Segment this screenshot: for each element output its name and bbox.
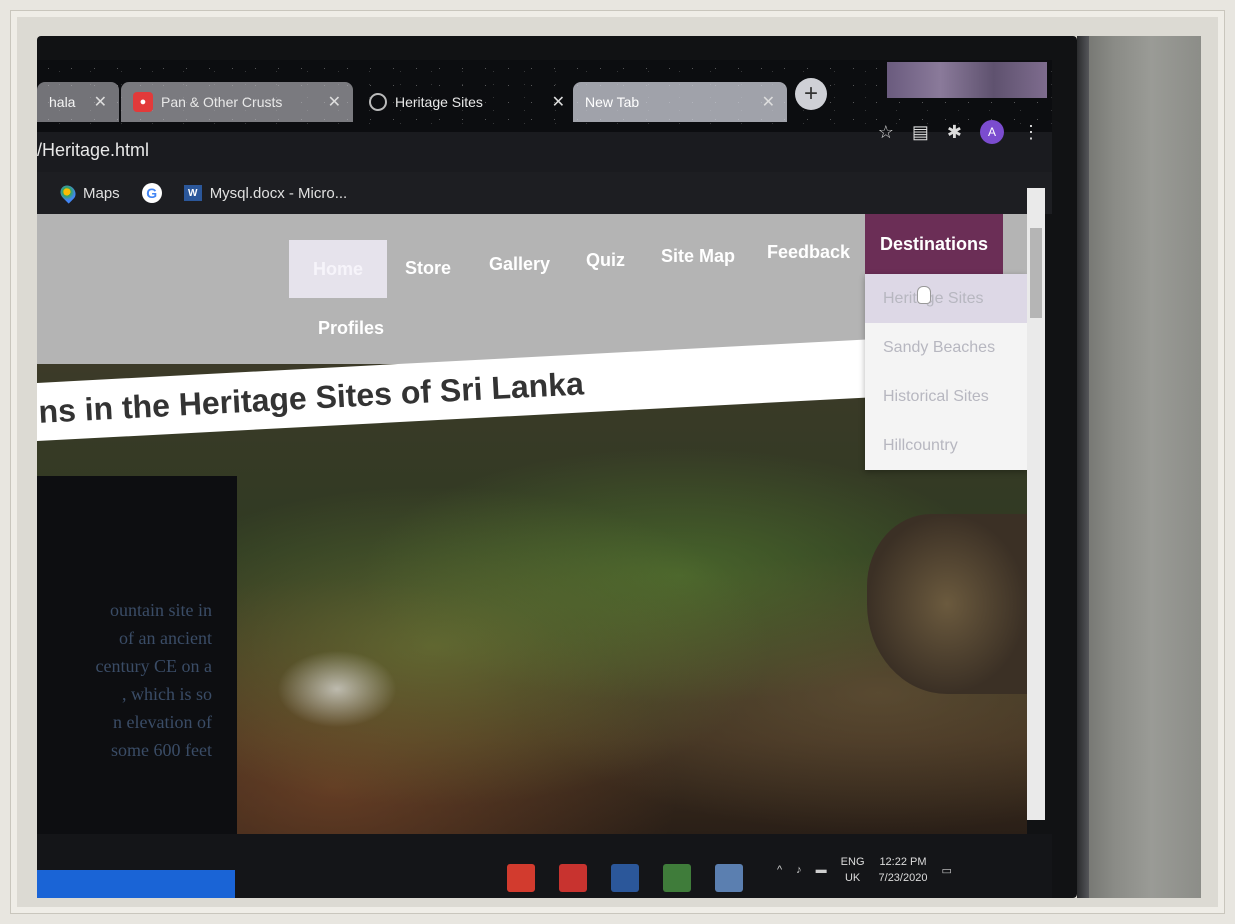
- taskbar-search[interactable]: [37, 870, 235, 898]
- dropdown-sandy-beaches[interactable]: Sandy Beaches: [865, 323, 1027, 372]
- dropdown-hillcountry[interactable]: Hillcountry: [865, 421, 1027, 470]
- tab-title: hala: [49, 94, 76, 110]
- tab-title: Pan & Other Crusts: [161, 94, 283, 110]
- info-panel: ountain site in of an ancient century CE…: [37, 476, 237, 834]
- info-line: , which is so: [122, 684, 212, 704]
- region-text: UK: [844, 872, 861, 884]
- app-icon[interactable]: [663, 864, 691, 892]
- waterfall: [267, 644, 407, 734]
- tab-new-tab[interactable]: New Tab ✕: [573, 82, 787, 122]
- url-text[interactable]: /Heritage.html: [37, 140, 149, 161]
- hand-cursor-icon: [917, 286, 931, 304]
- tab-2[interactable]: ● Pan & Other Crusts ✕: [121, 82, 353, 122]
- lang-text: ENG: [840, 856, 865, 868]
- bookmarks-bar: Maps G W Mysql.docx - Micro...: [37, 172, 1052, 214]
- pizza-hut-icon: ●: [133, 92, 153, 112]
- info-line: n elevation of: [113, 712, 212, 732]
- globe-icon: [369, 93, 387, 111]
- info-line: some 600 feet: [111, 740, 212, 760]
- word-icon: W: [183, 185, 202, 201]
- page-scrollbar[interactable]: [1027, 188, 1045, 820]
- notifications-icon[interactable]: ▭: [941, 864, 951, 877]
- address-bar[interactable]: /Heritage.html ☆ ▤ ✱ A ⋮: [37, 120, 1052, 172]
- app-icon[interactable]: [559, 864, 587, 892]
- time-text: 12:22 PM: [879, 856, 927, 868]
- tab-heritage-sites[interactable]: Heritage Sites ✕: [357, 82, 577, 122]
- extensions-icon[interactable]: ✱: [947, 122, 962, 143]
- info-line: of an ancient: [119, 628, 212, 648]
- bookmark-label: Maps: [83, 184, 120, 202]
- app-icon[interactable]: [507, 864, 535, 892]
- maps-icon: [57, 182, 79, 204]
- close-icon[interactable]: ✕: [328, 92, 341, 112]
- network-icon[interactable]: ▬: [816, 864, 827, 876]
- system-tray: ^ ♪ ▬ ENG UK 12:22 PM 7/23/2020 ▭: [777, 854, 952, 886]
- taskbar-apps: [507, 864, 743, 892]
- profile-avatar[interactable]: A: [980, 120, 1004, 144]
- star-icon[interactable]: ☆: [878, 122, 894, 143]
- bookmark-label: Mysql.docx - Micro...: [209, 184, 348, 202]
- nav-profiles[interactable]: Profiles: [318, 318, 384, 339]
- close-icon[interactable]: ✕: [94, 92, 107, 112]
- bookmark-maps[interactable]: Maps: [57, 182, 120, 204]
- info-line: ountain site in: [110, 600, 212, 620]
- language-indicator[interactable]: ENG UK: [841, 854, 865, 886]
- chevron-up-icon[interactable]: ^: [777, 864, 782, 876]
- theme-image: [887, 62, 1047, 98]
- nav-store[interactable]: Store: [405, 258, 451, 279]
- monitor-side: [1077, 36, 1201, 898]
- tab-title: New Tab: [585, 94, 640, 110]
- menu-icon[interactable]: ⋮: [1022, 122, 1040, 143]
- taskbar: ^ ♪ ▬ ENG UK 12:22 PM 7/23/2020 ▭: [37, 834, 1052, 898]
- nav-feedback[interactable]: Feedback: [767, 242, 850, 263]
- dropdown-heritage-sites[interactable]: Heritage Sites: [865, 274, 1027, 323]
- nav-sitemap[interactable]: Site Map: [661, 246, 735, 267]
- nav-gallery[interactable]: Gallery: [489, 254, 550, 275]
- info-text: ountain site in of an ancient century CE…: [37, 596, 212, 764]
- tab-1[interactable]: hala ✕: [37, 82, 119, 122]
- nav-quiz[interactable]: Quiz: [586, 250, 625, 271]
- word-icon[interactable]: [611, 864, 639, 892]
- date-text: 7/23/2020: [878, 872, 928, 884]
- nav-destinations[interactable]: Destinations: [865, 214, 1003, 274]
- volume-icon[interactable]: ♪: [796, 864, 802, 876]
- nav-home[interactable]: Home: [289, 240, 387, 298]
- close-icon[interactable]: ✕: [552, 92, 565, 112]
- page-viewport: Home Store Gallery Quiz Site Map Feedbac…: [37, 214, 1027, 834]
- scrollbar-thumb[interactable]: [1030, 228, 1042, 318]
- reading-list-icon[interactable]: ▤: [912, 122, 929, 143]
- clock[interactable]: 12:22 PM 7/23/2020: [879, 854, 928, 886]
- rock: [867, 514, 1027, 694]
- bookmark-mysql-doc[interactable]: W Mysql.docx - Micro...: [183, 184, 348, 202]
- dropdown-historical-sites[interactable]: Historical Sites: [865, 372, 1027, 421]
- toolbar-icons: ☆ ▤ ✱ A ⋮: [878, 120, 1040, 144]
- info-line: century CE on a: [95, 656, 212, 676]
- google-icon: G: [141, 183, 162, 203]
- tab-title: Heritage Sites: [395, 94, 483, 110]
- close-icon[interactable]: ✕: [762, 92, 775, 112]
- bookmark-google[interactable]: G: [141, 183, 162, 203]
- app-icon[interactable]: [715, 864, 743, 892]
- new-tab-button[interactable]: +: [795, 78, 827, 110]
- destinations-dropdown: Heritage Sites Sandy Beaches Historical …: [865, 274, 1027, 470]
